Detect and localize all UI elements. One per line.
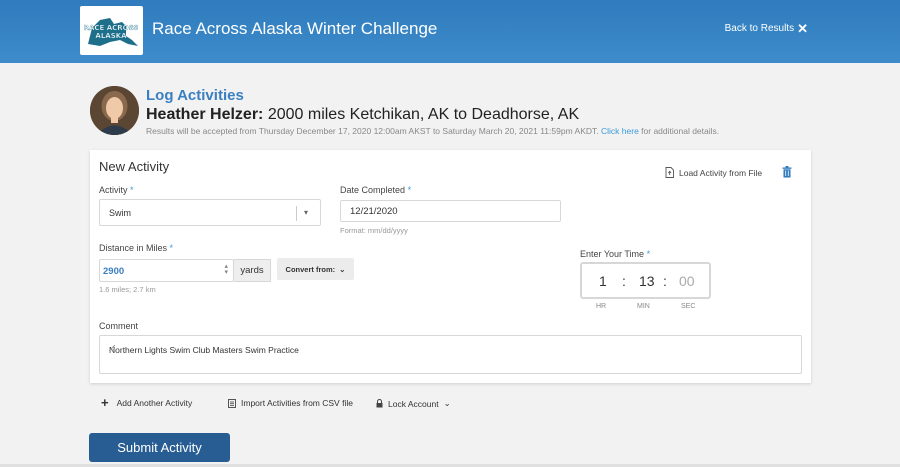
app-title: Race Across Alaska Winter Challenge: [152, 19, 438, 38]
lock-account-label: Lock Account: [388, 398, 439, 409]
svg-text:ALASKA: ALASKA: [95, 32, 127, 40]
required-marker: *: [646, 249, 651, 259]
distance-label: Distance in Miles *: [99, 243, 174, 253]
convert-from-button[interactable]: Convert from: ⌄: [277, 258, 354, 280]
resize-handle[interactable]: [109, 345, 115, 351]
top-header: RACE ACROSS ALASKA Race Across Alaska Wi…: [0, 0, 900, 63]
new-activity-card: New Activity Load Activity from File Act…: [90, 150, 811, 383]
minutes-input[interactable]: 13: [639, 273, 655, 289]
back-to-results-link[interactable]: Back to Results ✕: [724, 20, 808, 36]
import-csv-button[interactable]: Import Activities from CSV file: [228, 398, 353, 408]
chevron-down-icon: ⌄: [443, 398, 451, 408]
comment-value: Northern Lights Swim Club Masters Swim P…: [109, 345, 299, 355]
required-marker: *: [169, 243, 174, 253]
time-label: Enter Your Time *: [580, 249, 651, 259]
time-separator: :: [622, 273, 626, 289]
distance-unit: yards: [234, 259, 271, 282]
distance-conversion-hint: 1.6 miles; 2.7 km: [99, 285, 156, 294]
card-title: New Activity: [99, 159, 170, 174]
seconds-label: SEC: [681, 303, 696, 310]
accept-text: Results will be accepted from Thursday D…: [146, 126, 599, 136]
add-another-activity-button[interactable]: + Add Another Activity: [101, 395, 193, 410]
svg-text:RACE ACROSS: RACE ACROSS: [84, 24, 139, 32]
chevron-down-icon: ⌄: [339, 264, 346, 274]
race-logo[interactable]: RACE ACROSS ALASKA: [80, 6, 143, 55]
details-link[interactable]: Click here: [601, 126, 639, 136]
required-marker: *: [130, 185, 134, 195]
close-icon: ✕: [797, 20, 808, 36]
chevron-down-icon: ▾: [304, 208, 309, 217]
date-value: 12/21/2020: [350, 206, 398, 217]
acceptance-window-text: Results will be accepted from Thursday D…: [146, 126, 719, 136]
athlete-race-heading: Heather Helzer: 2000 miles Ketchikan, AK…: [146, 106, 579, 124]
distance-value: 2900: [103, 266, 125, 277]
time-input-group: 1 : 13 : 00: [580, 262, 711, 299]
comment-textarea[interactable]: Northern Lights Swim Club Masters Swim P…: [99, 335, 802, 374]
athlete-avatar: [90, 86, 139, 135]
activity-label: Activity *: [99, 185, 134, 195]
required-marker: *: [407, 185, 412, 195]
csv-file-icon: [228, 398, 236, 408]
file-upload-icon: [665, 167, 674, 178]
activity-select-value: Swim: [109, 208, 131, 218]
date-format-hint: Format: mm/dd/yyyy: [340, 226, 408, 235]
date-completed-label: Date Completed *: [340, 185, 412, 195]
load-file-label: Load Activity from File: [679, 167, 763, 178]
athlete-name: Heather Helzer:: [146, 106, 264, 123]
stepper-icon[interactable]: ▴ ▾: [224, 263, 228, 276]
add-another-label: Add Another Activity: [116, 398, 193, 408]
seconds-input[interactable]: 00: [679, 273, 695, 289]
section-title: Log Activities: [146, 87, 244, 104]
select-divider: [296, 206, 297, 221]
race-description: 2000 miles Ketchikan, AK to Deadhorse, A…: [263, 106, 580, 123]
distance-input[interactable]: 2900 ▴ ▾: [99, 259, 234, 282]
trash-icon[interactable]: [782, 166, 792, 178]
comment-label: Comment: [99, 321, 139, 331]
lock-icon: [376, 399, 383, 408]
plus-icon: +: [101, 395, 109, 410]
time-separator: :: [663, 273, 667, 289]
activity-select[interactable]: Swim ▾: [99, 199, 321, 226]
lock-account-dropdown[interactable]: Lock Account ⌄: [376, 398, 451, 409]
submit-activity-button[interactable]: Submit Activity: [89, 433, 230, 462]
minutes-label: MIN: [637, 303, 650, 310]
accept-suffix: for additional details.: [638, 126, 720, 136]
date-completed-input[interactable]: 12/21/2020: [340, 200, 561, 222]
hours-input[interactable]: 1: [599, 273, 607, 289]
load-activity-from-file-button[interactable]: Load Activity from File: [665, 167, 762, 178]
convert-from-label: Convert from:: [285, 264, 336, 274]
back-to-results-label: Back to Results: [724, 23, 795, 34]
hours-label: HR: [596, 303, 607, 310]
import-csv-label: Import Activities from CSV file: [241, 398, 353, 408]
